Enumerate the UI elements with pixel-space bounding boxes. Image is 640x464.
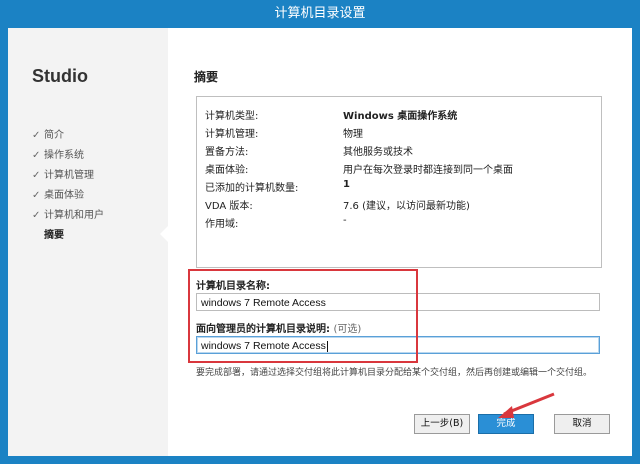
step-label: 简介 (44, 130, 64, 141)
window-title: 计算机目录设置 (0, 0, 640, 28)
check-icon: ✓ (32, 130, 41, 141)
wizard-window: Studio ✓ 简介 ✓ 操作系统 ✓ 计算机管理 ✓ 桌面体验 ✓ 计算机和用户 摘要… (8, 28, 632, 456)
window-frame-bottom (0, 456, 640, 464)
wizard-steps: ✓ 简介 ✓ 操作系统 ✓ 计算机管理 ✓ 桌面体验 ✓ 计算机和用户 摘要 (32, 126, 104, 246)
active-step-pointer (160, 224, 170, 244)
check-icon: ✓ (32, 190, 41, 201)
step-computers-users[interactable]: ✓ 计算机和用户 (32, 206, 104, 226)
step-label: 计算机和用户 (44, 210, 104, 221)
step-label: 计算机管理 (44, 170, 94, 181)
step-summary[interactable]: 摘要 (32, 226, 104, 246)
check-icon: ✓ (32, 210, 41, 221)
step-os[interactable]: ✓ 操作系统 (32, 146, 104, 166)
step-label: 桌面体验 (44, 190, 84, 201)
step-machine-management[interactable]: ✓ 计算机管理 (32, 166, 104, 186)
check-icon: ✓ (32, 170, 41, 181)
step-desktop-experience[interactable]: ✓ 桌面体验 (32, 186, 104, 206)
main-panel: 摘要 计算机类型: Windows 桌面操作系统 计算机管理: 物理 置备方法: 其他… (168, 28, 632, 456)
brand-title: Studio (32, 66, 88, 86)
annotation-arrow-icon (498, 392, 555, 418)
check-icon: ✓ (32, 150, 41, 161)
step-intro[interactable]: ✓ 简介 (32, 126, 104, 146)
sidebar: Studio ✓ 简介 ✓ 操作系统 ✓ 计算机管理 ✓ 桌面体验 ✓ 计算机和用户 摘要 (8, 28, 168, 456)
step-label: 操作系统 (44, 150, 84, 161)
step-label: 摘要 (44, 230, 64, 241)
